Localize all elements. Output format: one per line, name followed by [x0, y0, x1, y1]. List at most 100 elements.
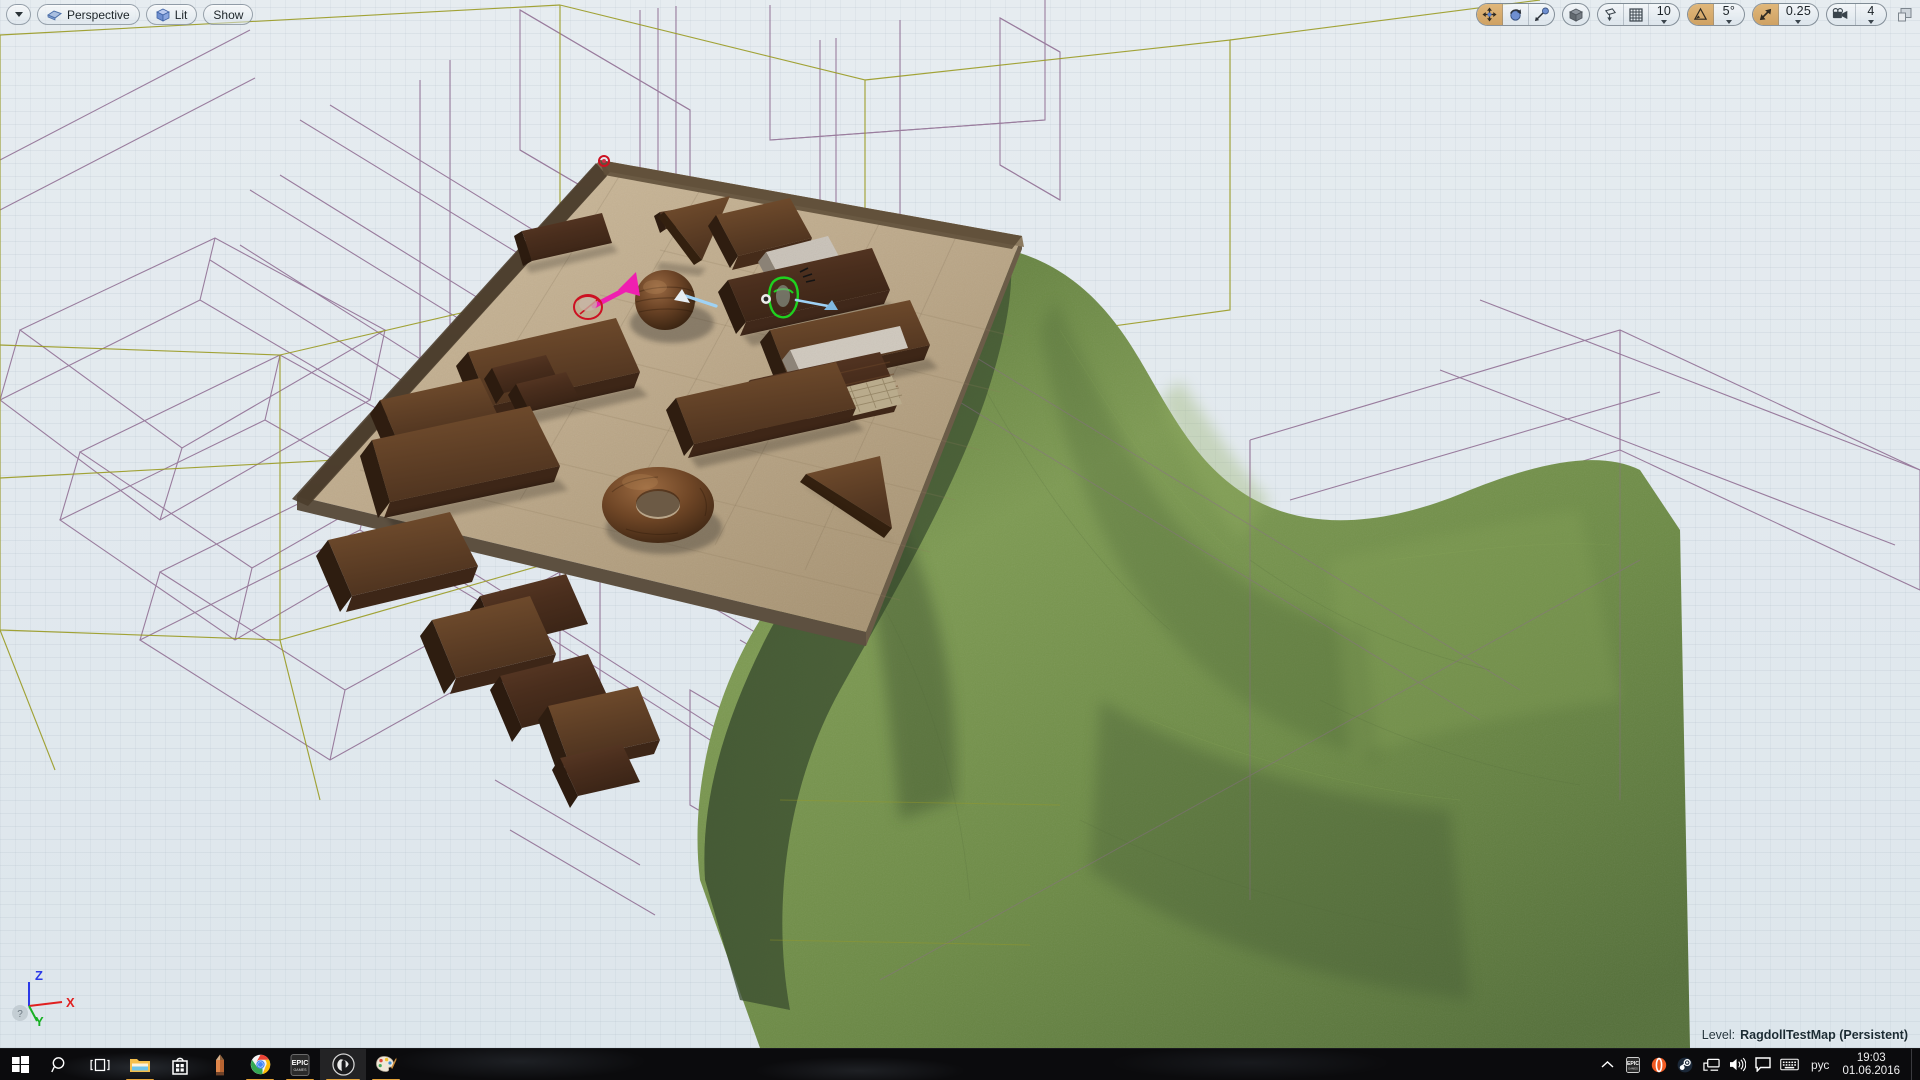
angle-icon — [1693, 7, 1708, 20]
task-view-button[interactable] — [80, 1049, 120, 1080]
clock-time: 19:03 — [1856, 1051, 1886, 1064]
folder-icon — [130, 1058, 150, 1072]
grid-snap-toggle[interactable] — [1624, 4, 1649, 25]
clock[interactable]: 19:03 01.06.2016 — [1838, 1049, 1911, 1080]
rotation-snap-value[interactable]: 5° — [1714, 4, 1744, 25]
tray-epic-games[interactable]: EPIC GAMES — [1620, 1049, 1646, 1080]
show-menu-button[interactable]: Show — [203, 4, 254, 25]
camera-speed-value[interactable]: 4 — [1856, 4, 1886, 25]
view-mode-label: Lit — [174, 7, 188, 22]
scale-icon — [1534, 7, 1549, 22]
show-desktop-button[interactable] — [1911, 1048, 1920, 1080]
chevron-down-icon — [1795, 19, 1802, 24]
viewport-axis-gizmo: ? Z X Y — [12, 968, 75, 1028]
chevron-down-icon — [1660, 19, 1667, 24]
show-menu-label: Show — [213, 7, 244, 22]
svg-text:EPIC: EPIC — [292, 1058, 309, 1067]
epic-games-launcher-button[interactable]: EPIC GAMES — [280, 1049, 320, 1080]
tray-touch-keyboard[interactable] — [1776, 1049, 1802, 1080]
transform-mode-group[interactable] — [1475, 3, 1555, 26]
chevron-up-icon — [1601, 1061, 1614, 1068]
maximize-viewport-button[interactable] — [1894, 4, 1916, 26]
level-viewport[interactable]: Perspective Lit Show 10 5° 0.25 4 ? Z X … — [0, 0, 1920, 1048]
system-tray[interactable]: EPIC GAMES рус 19:03 01.06.2016 — [1594, 1048, 1920, 1080]
search-icon — [51, 1056, 65, 1072]
sticky-notes-button[interactable] — [200, 1049, 240, 1080]
paint-palette-icon — [376, 1055, 397, 1072]
keyboard-icon — [1779, 1058, 1799, 1071]
clock-date: 01.06.2016 — [1842, 1064, 1900, 1077]
camera-icon — [47, 10, 62, 21]
steam-icon — [1677, 1057, 1693, 1072]
level-indicator-value: RagdollTestMap (Persistent) — [1740, 1028, 1908, 1042]
tray-action-center[interactable] — [1750, 1049, 1776, 1080]
translate-mode-button[interactable] — [1476, 4, 1503, 25]
scale-mode-button[interactable] — [1529, 4, 1554, 25]
origin-icon — [1651, 1057, 1667, 1072]
svg-text:GAMES: GAMES — [1628, 1066, 1638, 1070]
epic-games-icon: EPIC GAMES — [1626, 1056, 1640, 1073]
google-chrome-button[interactable] — [240, 1049, 280, 1080]
camera-speed-group[interactable]: 4 — [1826, 3, 1887, 26]
start-button[interactable] — [0, 1049, 40, 1080]
scale-arrow-icon — [1759, 8, 1771, 21]
grid-snap-group[interactable]: 10 — [1596, 3, 1680, 26]
axis-label-y: Y — [35, 1014, 44, 1028]
viewport-toolbar-left[interactable]: Perspective Lit Show — [6, 4, 254, 25]
chrome-icon — [250, 1054, 270, 1075]
camera-speed-toggle[interactable] — [1827, 4, 1856, 25]
task-view-icon — [90, 1058, 110, 1071]
unreal-engine-icon — [331, 1053, 355, 1076]
chevron-down-icon — [14, 12, 23, 17]
axis-label-z: Z — [35, 968, 43, 983]
level-indicator: Level: RagdollTestMap (Persistent) — [1702, 1028, 1908, 1042]
surface-snap-toggle[interactable] — [1598, 4, 1624, 25]
viewport-options-caret[interactable] — [6, 4, 31, 25]
cube-icon — [155, 8, 170, 22]
windows-logo-icon — [11, 1056, 29, 1073]
search-button[interactable] — [40, 1049, 80, 1080]
tray-network[interactable] — [1698, 1049, 1724, 1080]
coordinate-system-group[interactable] — [1561, 3, 1590, 26]
grid-snap-value-text: 10 — [1656, 4, 1672, 19]
viewport-toolbar-right[interactable]: 10 5° 0.25 4 — [1475, 3, 1916, 26]
pencil-icon — [216, 1054, 224, 1075]
tray-volume[interactable] — [1724, 1049, 1750, 1080]
rotate-icon — [1510, 9, 1521, 21]
svg-text:GAMES: GAMES — [294, 1068, 308, 1072]
scale-snap-group[interactable]: 0.25 — [1751, 3, 1819, 26]
maximize-icon — [1898, 7, 1912, 21]
tray-origin[interactable] — [1646, 1049, 1672, 1080]
move-icon — [1482, 7, 1497, 22]
camera-speed-value-text: 4 — [1867, 4, 1875, 19]
scale-snap-toggle[interactable] — [1752, 4, 1779, 25]
tray-steam[interactable] — [1672, 1049, 1698, 1080]
grid-snap-value[interactable]: 10 — [1649, 4, 1679, 25]
file-explorer-button[interactable] — [120, 1049, 160, 1080]
paint-button[interactable] — [366, 1049, 406, 1080]
epic-games-icon: EPIC GAMES — [290, 1053, 310, 1076]
surface-snap-icon — [1604, 8, 1616, 22]
chevron-down-icon — [1868, 19, 1874, 24]
grid-icon — [1629, 7, 1643, 22]
globe-cube-icon — [1568, 7, 1583, 22]
editor-window: Perspective Lit Show 10 5° 0.25 4 ? Z X … — [0, 0, 1920, 1080]
world-coordinate-toggle[interactable] — [1563, 4, 1589, 25]
windows-taskbar[interactable]: EPIC GAMES EPIC GAMES рус 19:03 01.06.20… — [0, 1048, 1920, 1080]
movie-camera-icon — [1832, 8, 1848, 19]
store-bag-icon — [172, 1057, 188, 1075]
language-indicator[interactable]: рус — [1802, 1049, 1838, 1080]
speaker-icon — [1729, 1057, 1746, 1072]
show-hidden-icons-button[interactable] — [1594, 1049, 1620, 1080]
microsoft-store-button[interactable] — [160, 1049, 200, 1080]
level-indicator-key: Level: — [1701, 1028, 1736, 1042]
rotation-snap-group[interactable]: 5° — [1686, 3, 1745, 26]
scale-snap-value-text: 0.25 — [1785, 4, 1811, 19]
rotate-mode-button[interactable] — [1503, 4, 1529, 25]
unreal-engine-button[interactable] — [320, 1048, 366, 1080]
rotation-snap-toggle[interactable] — [1687, 4, 1714, 25]
axis-label-x: X — [66, 995, 75, 1010]
view-mode-button[interactable]: Lit — [145, 4, 198, 25]
camera-mode-button[interactable]: Perspective — [37, 4, 140, 25]
scale-snap-value[interactable]: 0.25 — [1779, 4, 1818, 25]
